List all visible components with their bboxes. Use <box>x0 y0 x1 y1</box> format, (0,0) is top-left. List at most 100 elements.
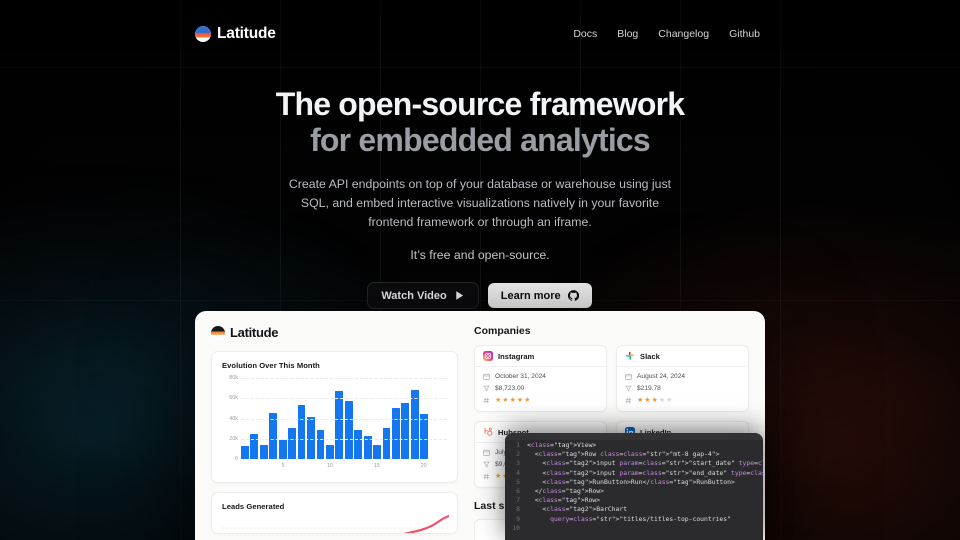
hero-free-note: It’s free and open-source. <box>410 248 550 263</box>
code-line-text: <class="tag">Row class=class="str">"mt-8… <box>527 450 720 459</box>
instagram-icon <box>483 351 493 361</box>
nav-item-blog[interactable]: Blog <box>617 28 638 40</box>
calendar-icon <box>483 373 490 380</box>
play-icon <box>456 291 463 301</box>
page-title-line-2: for embedded analytics <box>310 122 651 159</box>
code-line-number: 2 <box>516 450 520 459</box>
dashboard-brand-name: Latitude <box>230 325 279 340</box>
chart-x-axis: 5 10 15 20 <box>241 460 447 473</box>
slack-icon <box>625 351 634 360</box>
rating-star-icon: ★ <box>666 397 673 404</box>
rating-star-icon: ★ <box>637 397 644 404</box>
rating-star-icon: ★ <box>516 397 524 404</box>
code-line: 2 <class="tag">Row class=class="str">"mt… <box>505 450 763 459</box>
brand-name: Latitude <box>217 24 276 42</box>
evolution-chart-title: Evolution Over This Month <box>222 361 320 370</box>
company-rating-stars: ★★★★★ <box>495 397 530 404</box>
chart-bar <box>410 389 419 459</box>
rating-star-icon: ★ <box>495 397 502 404</box>
chart-bar <box>278 439 287 459</box>
github-icon <box>567 290 579 302</box>
chart-bar <box>373 445 381 459</box>
chart-bar <box>297 405 306 459</box>
rating-star-icon: ★ <box>651 397 658 404</box>
code-editor-panel[interactable]: 1 <class="tag">View> 2 <class="tag">Row cl… <box>505 433 763 540</box>
latitude-logo-icon <box>195 25 211 42</box>
nav-item-changelog[interactable]: Changelog <box>658 28 709 40</box>
hero-section: The open-source framework for embedded a… <box>0 86 960 309</box>
code-line-number: 3 <box>516 459 520 468</box>
company-date-row: October 31, 2024 <box>483 373 598 380</box>
code-line-text: <class="tag2">input param=class="str">"s… <box>527 459 763 468</box>
code-line-number: 6 <box>516 487 520 496</box>
learn-more-button[interactable]: Learn more <box>487 283 592 309</box>
code-line-text: <class="tag2">BarChart <box>527 505 628 514</box>
chart-bar <box>259 445 268 459</box>
hash-icon <box>625 397 632 404</box>
chart-x-tick-label: 15 <box>373 463 380 469</box>
code-line-text: <class="tag">Row> <box>527 496 601 505</box>
company-card[interactable]: Slack August 24, 2024 $219.78 ★ ★ ★ ★ ★ <box>616 345 749 412</box>
code-line: 10 <box>505 524 763 533</box>
code-editor-lines: 1 <class="tag">View> 2 <class="tag">Row cl… <box>505 433 763 533</box>
code-line-text: <class="tag2">input param=class="str">"e… <box>527 468 763 477</box>
company-card-body: August 24, 2024 $219.78 ★ ★ ★ ★ ★ <box>617 367 748 411</box>
evolution-bar-chart: 0 20k 40k 60k 80k 5 10 15 20 <box>222 375 447 473</box>
chart-gridline <box>241 378 447 379</box>
company-amount: $8,723.00 <box>495 385 525 392</box>
company-date-row: August 24, 2024 <box>625 373 740 380</box>
chart-bar <box>420 414 429 459</box>
leads-line-chart <box>222 514 449 533</box>
hero-cta-group: Watch Video Learn more <box>0 283 960 309</box>
chart-bar <box>325 444 334 459</box>
company-amount: $219.78 <box>637 385 661 392</box>
code-line: 3 <class="tag2">input param=class="str">… <box>505 459 763 468</box>
calendar-icon <box>625 373 632 380</box>
watch-video-button[interactable]: Watch Video <box>368 283 478 309</box>
nav-item-docs[interactable]: Docs <box>573 28 597 40</box>
chart-bar <box>392 407 400 459</box>
company-rating-row: ★★★★★ <box>625 397 740 404</box>
code-line-number: 7 <box>516 496 520 505</box>
code-line: 9 query=class="str">"titles/titles-top-c… <box>505 515 763 524</box>
code-line-number: 5 <box>516 477 520 486</box>
chart-y-tick-label: 20k <box>229 435 238 442</box>
main-nav: Docs Blog Changelog Github <box>573 28 760 40</box>
brand-logo[interactable]: Latitude <box>195 25 276 43</box>
chart-bar <box>382 427 391 459</box>
company-rating-stars: ★★★★★ <box>637 397 672 404</box>
code-line: 5 <class="tag">RunButton>Run</class="tag… <box>505 478 763 487</box>
calendar-icon <box>483 449 490 456</box>
code-line-number: 9 <box>516 514 520 523</box>
rating-star-icon: ★ <box>524 397 531 404</box>
chart-bar <box>354 429 363 459</box>
hubspot-icon <box>484 427 493 436</box>
nav-item-github[interactable]: Github <box>729 28 760 40</box>
filter-icon <box>625 385 632 392</box>
code-line: 8 <class="tag2">BarChart <box>505 505 763 514</box>
chart-x-tick-label: 10 <box>326 463 333 469</box>
latitude-logo-icon <box>211 325 225 340</box>
company-card[interactable]: Instagram October 31, 2024 $8,723.00 ★ ★… <box>474 345 607 412</box>
company-amount-row: $8,723.00 <box>483 385 598 392</box>
chart-bar <box>269 412 278 459</box>
rating-star-icon: ★ <box>509 397 516 404</box>
learn-more-label: Learn more <box>500 289 561 302</box>
code-line-number: 4 <box>516 468 520 477</box>
chart-gridline <box>241 438 447 440</box>
code-line-number: 8 <box>516 505 520 514</box>
company-amount-row: $219.78 <box>625 385 740 392</box>
hash-icon <box>483 397 490 404</box>
company-name: Instagram <box>498 351 535 361</box>
code-line-number: 10 <box>512 523 520 532</box>
code-line-text: <class="tag">RunButton>Run</class="tag">… <box>527 477 735 486</box>
code-line-text: query=class="str">"titles/titles-top-cou… <box>550 514 731 523</box>
chart-y-tick-label: 40k <box>229 415 238 422</box>
hero-subtitle: Create API endpoints on top of your data… <box>288 177 672 229</box>
company-rating-row: ★★★★★ <box>483 397 598 404</box>
chart-y-axis: 0 20k 40k 60k 80k <box>222 375 240 462</box>
page-title: The open-source framework for embedded a… <box>0 86 960 158</box>
chart-bar <box>335 390 344 459</box>
company-date: October 31, 2024 <box>495 373 546 380</box>
rating-star-icon: ★ <box>502 397 509 404</box>
